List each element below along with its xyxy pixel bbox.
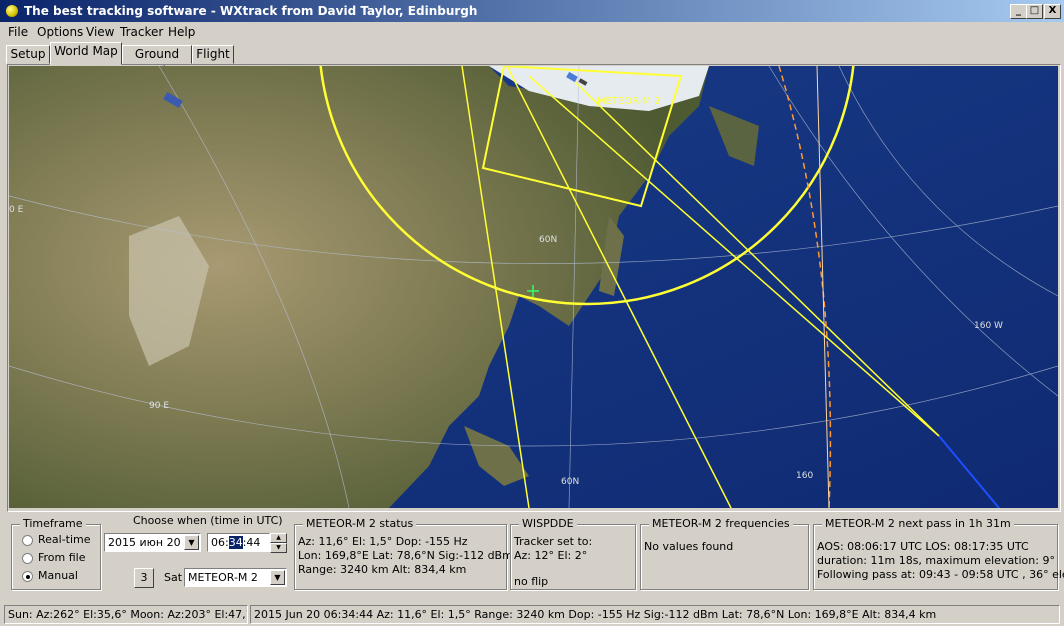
next-pass-line-3: Following pass at: 09:43 - 09:58 UTC , 3…: [817, 568, 1064, 581]
status-line-3: Range: 3240 km Alt: 834,4 km: [298, 563, 467, 576]
chevron-down-icon[interactable]: ▼: [184, 535, 199, 550]
choose-when-title: Choose when (time in UTC): [133, 514, 283, 527]
status-satellite: 2015 Jun 20 06:34:44 Az: 11,6° El: 1,5° …: [250, 605, 1060, 624]
minimize-button[interactable]: _: [1010, 4, 1027, 19]
timeframe-title: Timeframe: [20, 517, 86, 530]
world-map[interactable]: METEOR-M 2 60N 0 E 90 E 60N 160 160 W: [9, 66, 1058, 508]
next-pass-title: METEOR-M 2 next pass in 1h 31m: [822, 517, 1014, 530]
status-sun-moon: Sun: Az:262° El:35,6° Moon: Az:203° El:4…: [4, 605, 248, 624]
frequencies-title: METEOR-M 2 frequencies: [649, 517, 793, 530]
frequencies-text: No values found: [644, 540, 734, 553]
timeframe-group: Timeframe Real-time From file Manual: [11, 517, 101, 590]
radio-from-file[interactable]: [22, 553, 33, 564]
next-pass-line-1: AOS: 08:06:17 UTC LOS: 08:17:35 UTC: [817, 540, 1029, 553]
grid-label: 90 E: [149, 401, 169, 411]
tab-flight[interactable]: Flight: [192, 45, 234, 64]
menu-bar: File Options View Tracker Help: [0, 22, 1064, 42]
status-bar: Sun: Az:262° El:35,6° Moon: Az:203° El:4…: [0, 603, 1064, 626]
satellite-label: METEOR-M 2: [597, 96, 661, 107]
sat-label: Sat: [164, 571, 183, 584]
date-value: 2015 июн 20: [108, 536, 181, 549]
satellite-select-value: METEOR-M 2: [188, 571, 258, 584]
grid-label: 160 W: [974, 321, 1003, 331]
maximize-button[interactable]: □: [1026, 4, 1043, 19]
date-picker[interactable]: 2015 июн 20 ▼: [104, 533, 201, 552]
satellite-select[interactable]: METEOR-M 2 ▼: [184, 568, 287, 587]
menu-help[interactable]: Help: [168, 25, 195, 39]
time-seconds: :44: [242, 536, 261, 549]
grid-label: 60N: [539, 235, 557, 245]
radio-from-file-label[interactable]: From file: [38, 551, 86, 564]
wispdde-group: WISPDDE Tracker set to: Az: 12° El: 2° n…: [510, 517, 636, 590]
radio-manual[interactable]: [22, 571, 33, 582]
wispdde-line-1: Tracker set to:: [514, 535, 593, 548]
wispdde-line-2: Az: 12° El: 2°: [514, 549, 588, 562]
app-icon: [6, 5, 18, 17]
radio-realtime[interactable]: [22, 535, 33, 546]
title-bar: The best tracking software - WXtrack fro…: [0, 0, 1064, 22]
wispdde-title: WISPDDE: [519, 517, 577, 530]
menu-file[interactable]: File: [8, 25, 28, 39]
map-canvas: METEOR-M 2 60N 0 E 90 E 60N 160 160 W: [9, 66, 1058, 508]
menu-tracker[interactable]: Tracker: [120, 25, 163, 39]
chevron-down-icon[interactable]: ▼: [270, 570, 285, 585]
grid-label: 0 E: [9, 205, 24, 215]
time-hours: 06:: [211, 536, 229, 549]
status-group: METEOR-M 2 status Az: 11,6° El: 1,5° Dop…: [294, 517, 513, 590]
next-pass-line-2: duration: 11m 18s, maximum elevation: 9°: [817, 554, 1055, 567]
status-title: METEOR-M 2 status: [303, 517, 417, 530]
grid-label: 160: [796, 471, 813, 481]
menu-options[interactable]: Options: [37, 25, 83, 39]
window-title: The best tracking software - WXtrack fro…: [24, 4, 478, 18]
count-button[interactable]: 3: [134, 568, 154, 588]
status-line-1: Az: 11,6° El: 1,5° Dop: -155 Hz: [298, 535, 468, 548]
radio-manual-label[interactable]: Manual: [38, 569, 78, 582]
time-field[interactable]: 06:34:44: [207, 533, 270, 552]
time-up-button[interactable]: ▲: [270, 533, 287, 543]
wispdde-line-3: no flip: [514, 575, 549, 588]
frequencies-group: METEOR-M 2 frequencies No values found: [640, 517, 809, 590]
tab-strip: Setup World Map Ground Path Flight: [0, 42, 1064, 78]
time-down-button[interactable]: ▼: [270, 543, 287, 553]
time-minutes: 34: [228, 536, 243, 549]
tab-world-map[interactable]: World Map: [50, 42, 122, 65]
next-pass-group: METEOR-M 2 next pass in 1h 31m AOS: 08:0…: [813, 517, 1064, 590]
radio-realtime-label[interactable]: Real-time: [38, 533, 91, 546]
close-button[interactable]: X: [1044, 4, 1061, 19]
menu-view[interactable]: View: [86, 25, 114, 39]
grid-label: 60N: [561, 477, 579, 487]
control-panel: Timeframe Real-time From file Manual Cho…: [0, 510, 1064, 602]
tab-setup[interactable]: Setup: [6, 45, 50, 64]
tab-ground-path[interactable]: Ground Path: [122, 45, 192, 78]
status-line-2: Lon: 169,8°E Lat: 78,6°N Sig:-112 dBm: [298, 549, 513, 562]
